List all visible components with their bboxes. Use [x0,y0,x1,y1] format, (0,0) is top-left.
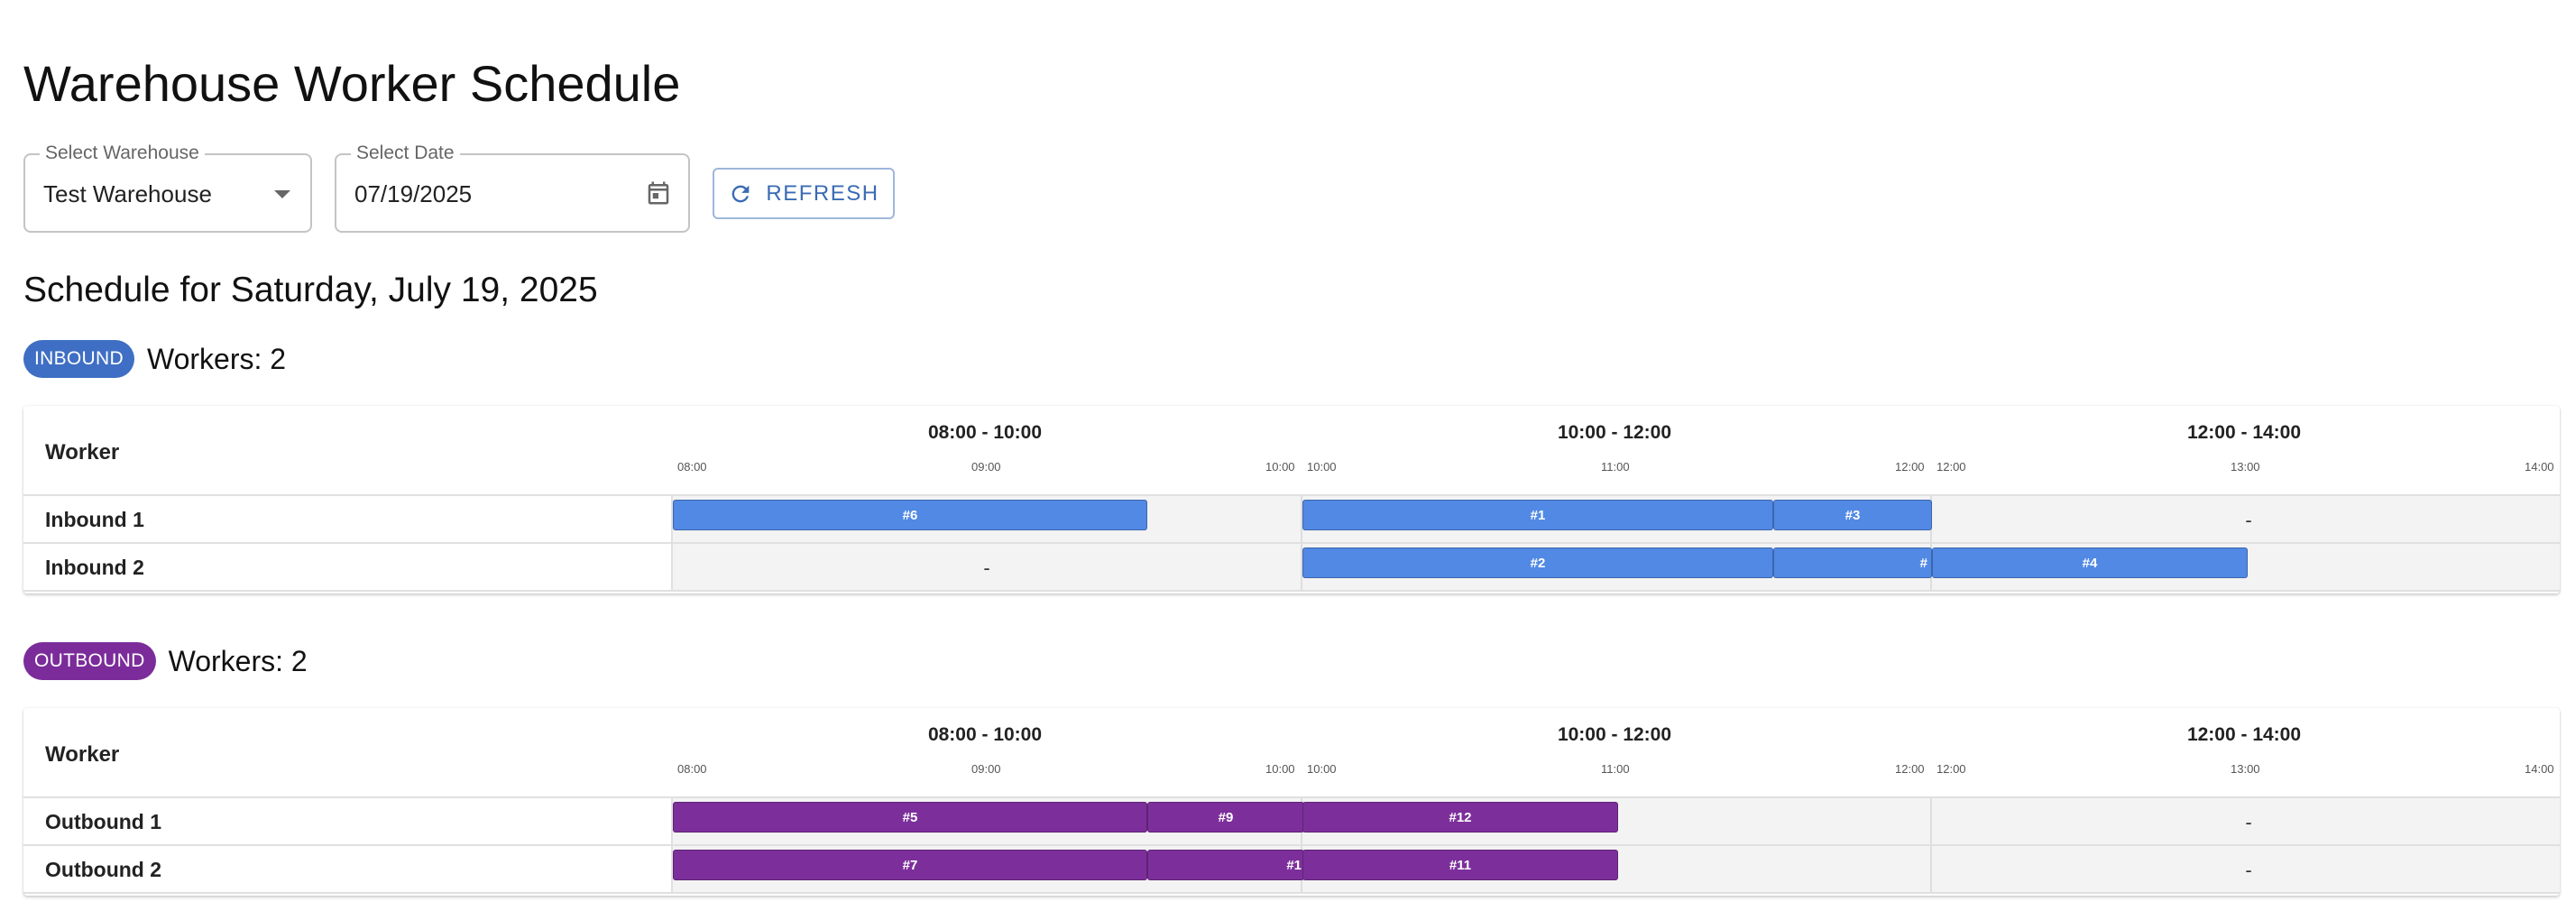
warehouse-select[interactable]: Select Warehouse Test Warehouse [23,143,312,233]
task-bar[interactable]: #11 [1302,850,1618,880]
worker-column-header: Worker [45,742,120,767]
task-bar[interactable]: # [1773,547,1932,578]
worker-name: Inbound 2 [45,556,144,579]
task-bar[interactable]: #4 [1932,547,2248,578]
task-label: #4 [2082,555,2098,571]
table-header: Worker 08:00 - 10:00 10:00 - 12:00 12:00… [23,708,2560,798]
slot-header: 08:00 - 10:00 [927,422,1043,443]
time-tick: 08:00 [677,460,707,474]
page-title: Warehouse Worker Schedule [23,55,681,112]
task-label: #9 [1218,809,1234,825]
worker-timeline: - #7 #1 #11 [671,846,2560,892]
time-tick: 10:00 [1307,460,1337,474]
worker-timeline: - #5 #9 #12 [671,798,2560,844]
empty-slot-indicator: - [2245,509,2252,531]
outbound-chip: OUTBOUND [23,642,156,680]
table-row: Inbound 2 - #2 # #4 [23,544,2560,592]
time-tick: 10:00 [1265,460,1295,474]
slot-header: 10:00 - 12:00 [1557,422,1672,443]
slot-header: 12:00 - 14:00 [2186,422,2302,443]
dropdown-arrow-icon[interactable] [274,190,290,198]
task-label: #7 [902,857,918,873]
task-label: #12 [1449,809,1472,825]
slot-header: 10:00 - 12:00 [1557,724,1672,745]
schedule-heading: Schedule for Saturday, July 19, 2025 [23,271,598,309]
worker-column-header: Worker [45,440,120,465]
refresh-button-label: REFRESH [766,180,879,206]
task-label: #11 [1449,857,1472,873]
date-field-label: Select Date [351,143,460,164]
task-label: #5 [902,809,918,825]
inbound-section-header: INBOUND Workers: 2 [23,340,286,378]
time-tick: 12:00 [1895,460,1925,474]
time-tick: 09:00 [971,460,1001,474]
time-tick: 10:00 [1265,762,1295,776]
empty-slot-indicator: - [2245,859,2252,881]
task-label: # [1919,555,1927,571]
time-tick: 13:00 [2231,762,2260,776]
empty-slot-indicator: - [983,557,990,579]
calendar-icon[interactable] [645,179,672,207]
time-tick: 11:00 [1601,762,1630,776]
slot-divider [1930,798,1932,844]
worker-timeline: - #6 #1 #3 [671,496,2560,542]
task-bar[interactable]: #9 [1147,802,1304,833]
task-bar[interactable]: #2 [1302,547,1773,578]
outbound-workers-count: Workers: 2 [168,644,308,677]
task-bar[interactable]: #3 [1773,500,1932,530]
refresh-button[interactable]: REFRESH [713,168,895,219]
task-bar[interactable]: #5 [673,802,1147,833]
task-label: #3 [1845,507,1861,523]
time-tick: 14:00 [2525,460,2554,474]
table-row: Outbound 1 - #5 #9 #12 [23,798,2560,846]
task-bar[interactable]: #1 [1302,500,1773,530]
slot-divider [1930,846,1932,892]
task-bar[interactable]: #6 [673,500,1147,530]
inbound-chip: INBOUND [23,340,134,378]
task-label: #6 [902,507,918,523]
time-tick: 12:00 [1937,762,1966,776]
date-field[interactable]: Select Date 07/19/2025 [335,143,690,233]
empty-slot-indicator: - [2245,811,2252,833]
task-bar[interactable]: #1 [1147,850,1304,880]
worker-timeline: - #2 # #4 [671,544,2560,590]
time-tick: 08:00 [677,762,707,776]
slot-header: 12:00 - 14:00 [2186,724,2302,745]
inbound-schedule-table: Worker 08:00 - 10:00 10:00 - 12:00 12:00… [23,406,2560,593]
worker-name: Outbound 2 [45,858,162,881]
table-row: Inbound 1 - #6 #1 #3 [23,496,2560,544]
task-label: #2 [1530,555,1546,571]
time-tick: 12:00 [1895,762,1925,776]
time-tick: 14:00 [2525,762,2554,776]
time-tick: 11:00 [1601,460,1630,474]
time-tick: 10:00 [1307,762,1337,776]
worker-name: Inbound 1 [45,508,144,531]
table-row: Outbound 2 - #7 #1 #11 [23,846,2560,894]
inbound-workers-count: Workers: 2 [146,342,287,375]
task-label: #1 [1530,507,1546,523]
task-bar[interactable]: #12 [1302,802,1618,833]
refresh-icon [732,185,750,202]
outbound-section-header: OUTBOUND Workers: 2 [23,642,308,680]
table-header: Worker 08:00 - 10:00 10:00 - 12:00 12:00… [23,406,2560,496]
task-bar[interactable]: #7 [673,850,1147,880]
slot-header: 08:00 - 10:00 [927,724,1043,745]
warehouse-select-value: Test Warehouse [43,180,212,207]
date-field-value[interactable]: 07/19/2025 [354,180,472,208]
outbound-schedule-table: Worker 08:00 - 10:00 10:00 - 12:00 12:00… [23,708,2560,896]
time-tick: 09:00 [971,762,1001,776]
worker-name: Outbound 1 [45,810,162,833]
time-tick: 12:00 [1937,460,1966,474]
warehouse-select-label: Select Warehouse [40,143,205,164]
task-label: #1 [1286,857,1302,873]
time-tick: 13:00 [2231,460,2260,474]
